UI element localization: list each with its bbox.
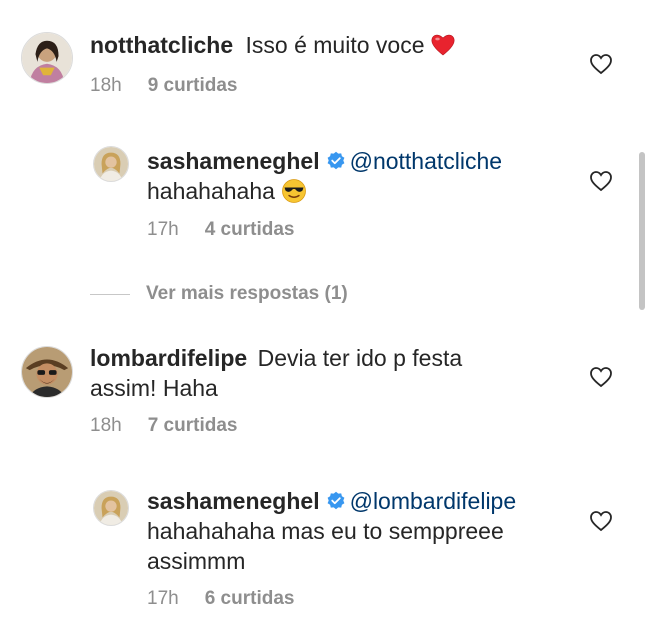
reply-username[interactable]: sashameneghel <box>147 488 320 514</box>
view-more-replies-button[interactable]: Ver mais respostas (1) <box>90 283 348 305</box>
avatar-notthatcliche[interactable] <box>21 32 73 84</box>
avatar-lombardifelipe[interactable] <box>21 346 73 398</box>
comment-time: 18h <box>90 75 122 96</box>
comment-likes[interactable]: 7 curtidas <box>148 415 238 436</box>
reply-username[interactable]: sashameneghel <box>147 148 320 174</box>
avatar-sashameneghel[interactable] <box>93 490 129 526</box>
heart-outline-icon[interactable] <box>589 169 613 193</box>
comment-meta: 18h 9 curtidas <box>90 75 237 97</box>
reply-mention[interactable]: @notthatcliche <box>350 148 503 174</box>
heart-outline-icon[interactable] <box>589 52 613 76</box>
avatar-sashameneghel[interactable] <box>93 146 129 182</box>
comment-body: Isso é muito voce <box>245 32 425 58</box>
sunglasses-face-emoji-icon <box>282 179 306 203</box>
heart-outline-icon[interactable] <box>589 365 613 389</box>
comment-username[interactable]: lombardifelipe <box>90 345 247 371</box>
reply-text: sashameneghel @notthatcliche hahahahaha <box>147 146 502 206</box>
comment-time: 18h <box>90 415 122 436</box>
reply-mention[interactable]: @lombardifelipe <box>350 488 517 514</box>
reply-body: hahahahaha <box>147 178 275 204</box>
reply-likes[interactable]: 4 curtidas <box>205 219 295 240</box>
red-heart-emoji-icon <box>432 34 455 56</box>
verified-badge-icon <box>327 151 344 170</box>
verified-badge-icon <box>327 491 344 510</box>
view-replies-divider <box>90 293 130 295</box>
comment-text: notthatcliche Isso é muito voce <box>90 30 456 60</box>
reply-meta: 17h 4 curtidas <box>147 219 294 241</box>
comment-meta: 18h 7 curtidas <box>90 415 237 437</box>
reply-text: sashameneghel @lombardifelipe hahahahaha … <box>147 486 516 576</box>
reply-meta: 17h 6 curtidas <box>147 588 294 610</box>
reply-body-line2: assimmm <box>147 548 246 574</box>
reply-time: 17h <box>147 588 179 609</box>
reply-likes[interactable]: 6 curtidas <box>205 588 295 609</box>
view-replies-label: Ver mais respostas (1) <box>146 283 348 304</box>
scrollbar[interactable] <box>639 152 645 310</box>
comment-body-line1: Devia ter ido p festa <box>257 345 463 371</box>
comment-likes[interactable]: 9 curtidas <box>148 75 238 96</box>
comment-body-line2: assim! Haha <box>90 375 218 401</box>
comment-text: lombardifelipe Devia ter ido p festa ass… <box>90 343 462 403</box>
reply-body-line1: hahahahaha mas eu to semppreee <box>147 518 504 544</box>
heart-outline-icon[interactable] <box>589 509 613 533</box>
comment-username[interactable]: notthatcliche <box>90 32 233 58</box>
reply-time: 17h <box>147 219 179 240</box>
